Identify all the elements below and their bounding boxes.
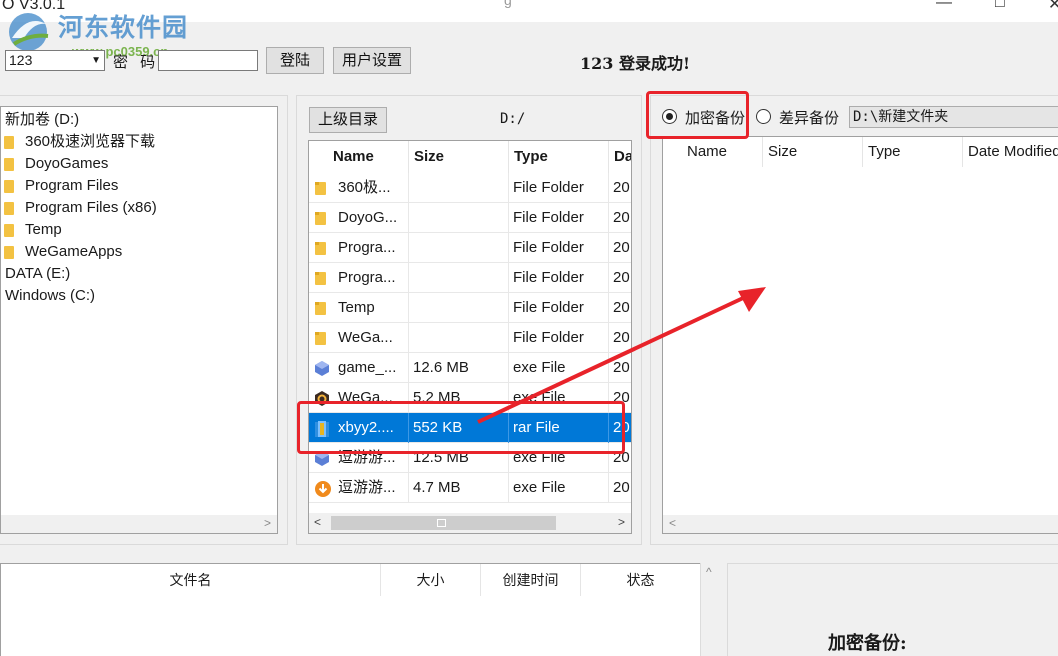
- file-row[interactable]: 360极... File Folder 20: [309, 173, 631, 203]
- chevron-left-icon[interactable]: <: [314, 515, 321, 529]
- tree-item-label: Windows (C:): [5, 287, 96, 304]
- user-select[interactable]: 123 ▼: [5, 50, 105, 71]
- tree-item[interactable]: DoyoGames: [4, 153, 109, 175]
- backup-column-date[interactable]: Date Modified: [963, 137, 1058, 167]
- file-cell-name: 逗游游...: [309, 473, 409, 503]
- file-cell-name: Progra...: [309, 233, 409, 263]
- file-list-hscrollbar[interactable]: < >: [309, 513, 631, 533]
- folder-icon: [4, 180, 14, 193]
- folder-icon: [4, 158, 14, 171]
- tree-item-label: WeGameApps: [25, 243, 123, 260]
- file-cell-type: File Folder: [509, 203, 609, 233]
- close-button[interactable]: ✕: [1048, 0, 1058, 14]
- folder-icon: [4, 136, 14, 149]
- tree-item-label: Temp: [25, 221, 62, 238]
- user-select-value: 123: [9, 52, 33, 68]
- minimize-button[interactable]: —: [936, 0, 952, 12]
- file-cell-size: [409, 203, 509, 233]
- maximize-button[interactable]: □: [995, 0, 1005, 12]
- file-cell-size: [409, 173, 509, 203]
- tree-item[interactable]: 360极速浏览器下载: [4, 131, 156, 153]
- column-header-date[interactable]: Da: [609, 141, 631, 173]
- column-size[interactable]: 大小: [381, 564, 481, 596]
- folder-icon: [4, 224, 14, 237]
- backup-column-name[interactable]: Name: [663, 137, 763, 167]
- file-cell-date: 20: [609, 203, 631, 233]
- login-status: 123 登录成功!: [580, 54, 690, 73]
- file-cell-size: 4.7 MB: [409, 473, 509, 503]
- parent-directory-button[interactable]: 上级目录: [309, 107, 387, 133]
- password-input[interactable]: [158, 50, 258, 71]
- backup-column-type[interactable]: Type: [863, 137, 963, 167]
- tree-item-label: DoyoGames: [25, 155, 109, 172]
- folder-icon: [4, 202, 14, 215]
- scrollbar-grip-icon: [437, 519, 446, 527]
- watermark-text: 河东软件园: [58, 13, 189, 42]
- diff-backup-label[interactable]: 差异备份: [779, 107, 839, 128]
- encrypt-backup-heading: 加密备份:: [828, 633, 907, 654]
- file-row[interactable]: Progra... File Folder 20: [309, 233, 631, 263]
- tree-item[interactable]: Program Files (x86): [4, 197, 157, 219]
- tree-item-label: DATA (E:): [5, 265, 71, 282]
- tree-item-label: Program Files: [25, 177, 119, 194]
- file-cell-date: 20: [609, 473, 631, 503]
- password-label: 密 码: [113, 54, 160, 71]
- file-cell-name: WeGa...: [309, 323, 409, 353]
- folder-tree[interactable]: 新加卷 (D:) 360极速浏览器下载 DoyoGames Program Files…: [0, 106, 278, 534]
- tree-hscrollbar[interactable]: >: [1, 515, 277, 533]
- file-cell-date: 20: [609, 173, 631, 203]
- file-cell-name: Temp: [309, 293, 409, 323]
- tree-item[interactable]: Windows (C:): [5, 285, 95, 307]
- backup-hscrollbar[interactable]: <: [663, 515, 1058, 533]
- tree-item[interactable]: WeGameApps: [4, 241, 123, 263]
- tree-item[interactable]: Temp: [4, 219, 62, 241]
- file-cell-size: [409, 233, 509, 263]
- transfer-vscrollbar[interactable]: ^: [700, 563, 720, 656]
- user-settings-button[interactable]: 用户设置: [333, 47, 411, 74]
- chevron-down-icon: ▼: [91, 55, 101, 66]
- annotation-arrow-icon: [477, 287, 766, 424]
- column-header-size[interactable]: Size: [409, 141, 509, 173]
- chevron-right-icon[interactable]: >: [264, 516, 271, 530]
- chevron-left-icon[interactable]: <: [669, 516, 676, 530]
- transfer-table[interactable]: 文件名 大小 创建时间 状态: [0, 563, 720, 656]
- column-header-name[interactable]: Name: [309, 141, 409, 173]
- file-cell-name: game_...: [309, 353, 409, 383]
- file-cell-name: 360极...: [309, 173, 409, 203]
- annotation-box-encrypt: [646, 91, 749, 139]
- backup-column-size[interactable]: Size: [763, 137, 863, 167]
- file-cell-date: 20: [609, 233, 631, 263]
- login-button[interactable]: 登陆: [266, 47, 324, 74]
- file-cell-name: DoyoG...: [309, 203, 409, 233]
- chevron-right-icon[interactable]: >: [618, 515, 625, 529]
- scrollbar-thumb[interactable]: [331, 516, 556, 530]
- tree-item[interactable]: Program Files: [4, 175, 119, 197]
- file-cell-type: File Folder: [509, 173, 609, 203]
- current-path: D:/: [500, 111, 526, 127]
- target-directory-value: D:\新建文件夹: [853, 109, 949, 125]
- file-row[interactable]: DoyoG... File Folder 20: [309, 203, 631, 233]
- file-cell-name: Progra...: [309, 263, 409, 293]
- diff-backup-radio[interactable]: [756, 109, 771, 124]
- watermark-logo-icon: [9, 13, 49, 51]
- tree-item[interactable]: 新加卷 (D:): [5, 109, 79, 131]
- window-title-fragment: g: [504, 0, 512, 8]
- column-created[interactable]: 创建时间: [481, 564, 581, 596]
- folder-icon: [4, 246, 14, 259]
- file-row[interactable]: 逗游游... 4.7 MB exe File 20: [309, 473, 631, 503]
- column-header-type[interactable]: Type: [509, 141, 609, 173]
- tree-item-label: 新加卷 (D:): [5, 111, 80, 128]
- chevron-up-icon[interactable]: ^: [706, 565, 712, 579]
- tree-item-label: Program Files (x86): [25, 199, 157, 216]
- file-cell-type: exe File: [509, 473, 609, 503]
- tree-item[interactable]: DATA (E:): [5, 263, 70, 285]
- column-status[interactable]: 状态: [581, 564, 701, 596]
- target-directory-select[interactable]: D:\新建文件夹: [849, 106, 1058, 128]
- file-cell-type: File Folder: [509, 233, 609, 263]
- column-filename[interactable]: 文件名: [1, 564, 381, 596]
- tree-item-label: 360极速浏览器下载: [25, 133, 156, 150]
